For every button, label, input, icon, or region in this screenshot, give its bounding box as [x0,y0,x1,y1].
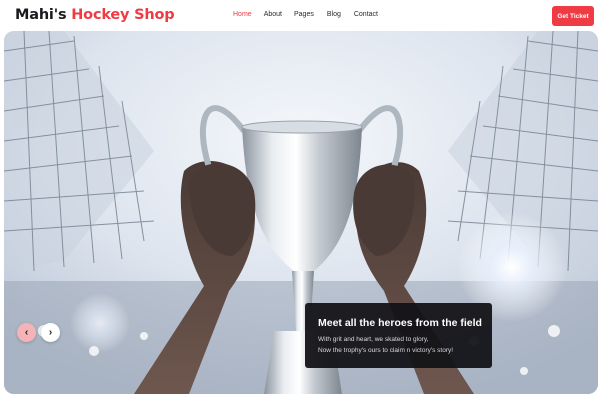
nav-about[interactable]: About [264,11,282,18]
get-ticket-button[interactable]: Get Ticket [552,6,594,26]
site-header: Mahi's Hockey Shop Home About Pages Blog… [0,0,600,32]
nav-home[interactable]: Home [233,11,252,18]
hero-image [4,31,598,394]
nav-blog[interactable]: Blog [327,11,341,18]
hero-subtitle-line-1: With grit and heart, we skated to glory, [318,336,429,343]
hero-subtitle-line-2: Now the trophy's ours to claim n victory… [318,347,454,354]
nav-pages[interactable]: Pages [294,11,314,18]
brand-logo[interactable]: Mahi's Hockey Shop [15,7,175,23]
slider-prev-button[interactable]: ‹ [17,323,36,342]
hero-slider: Meet all the heroes from the field With … [4,31,598,394]
hero-caption: Meet all the heroes from the field With … [305,303,492,368]
brand-name-part2: Hockey Shop [71,7,175,23]
slider-next-button[interactable]: › [41,323,60,342]
chevron-left-icon: ‹ [24,327,29,338]
chevron-right-icon: › [48,327,53,338]
brand-name-part1: Mahi's [15,7,67,23]
main-nav: Home About Pages Blog Contact [233,11,378,18]
nav-contact[interactable]: Contact [354,11,378,18]
hero-title: Meet all the heroes from the field [318,317,482,329]
